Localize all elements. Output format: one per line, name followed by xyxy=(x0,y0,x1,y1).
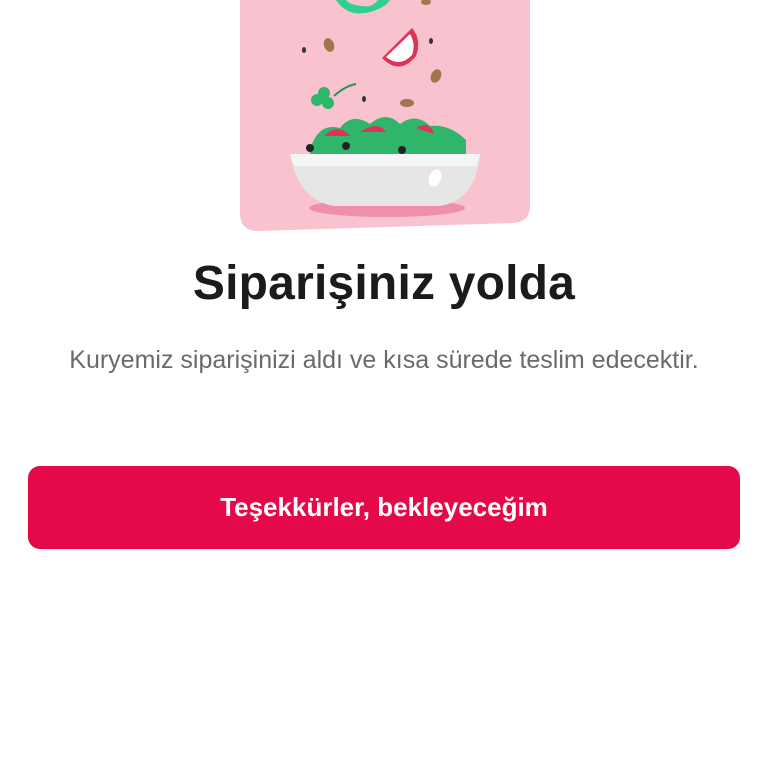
salad-bowl-illustration xyxy=(240,0,530,231)
order-status-screen: Siparişiniz yolda Kuryemiz siparişinizi … xyxy=(0,0,768,768)
salad-bowl-icon xyxy=(240,0,530,231)
confirm-button[interactable]: Teşekkürler, bekleyeceğim xyxy=(28,466,740,549)
page-title: Siparişiniz yolda xyxy=(192,257,576,310)
status-description: Kuryemiz siparişinizi aldı ve kısa süred… xyxy=(69,346,699,374)
